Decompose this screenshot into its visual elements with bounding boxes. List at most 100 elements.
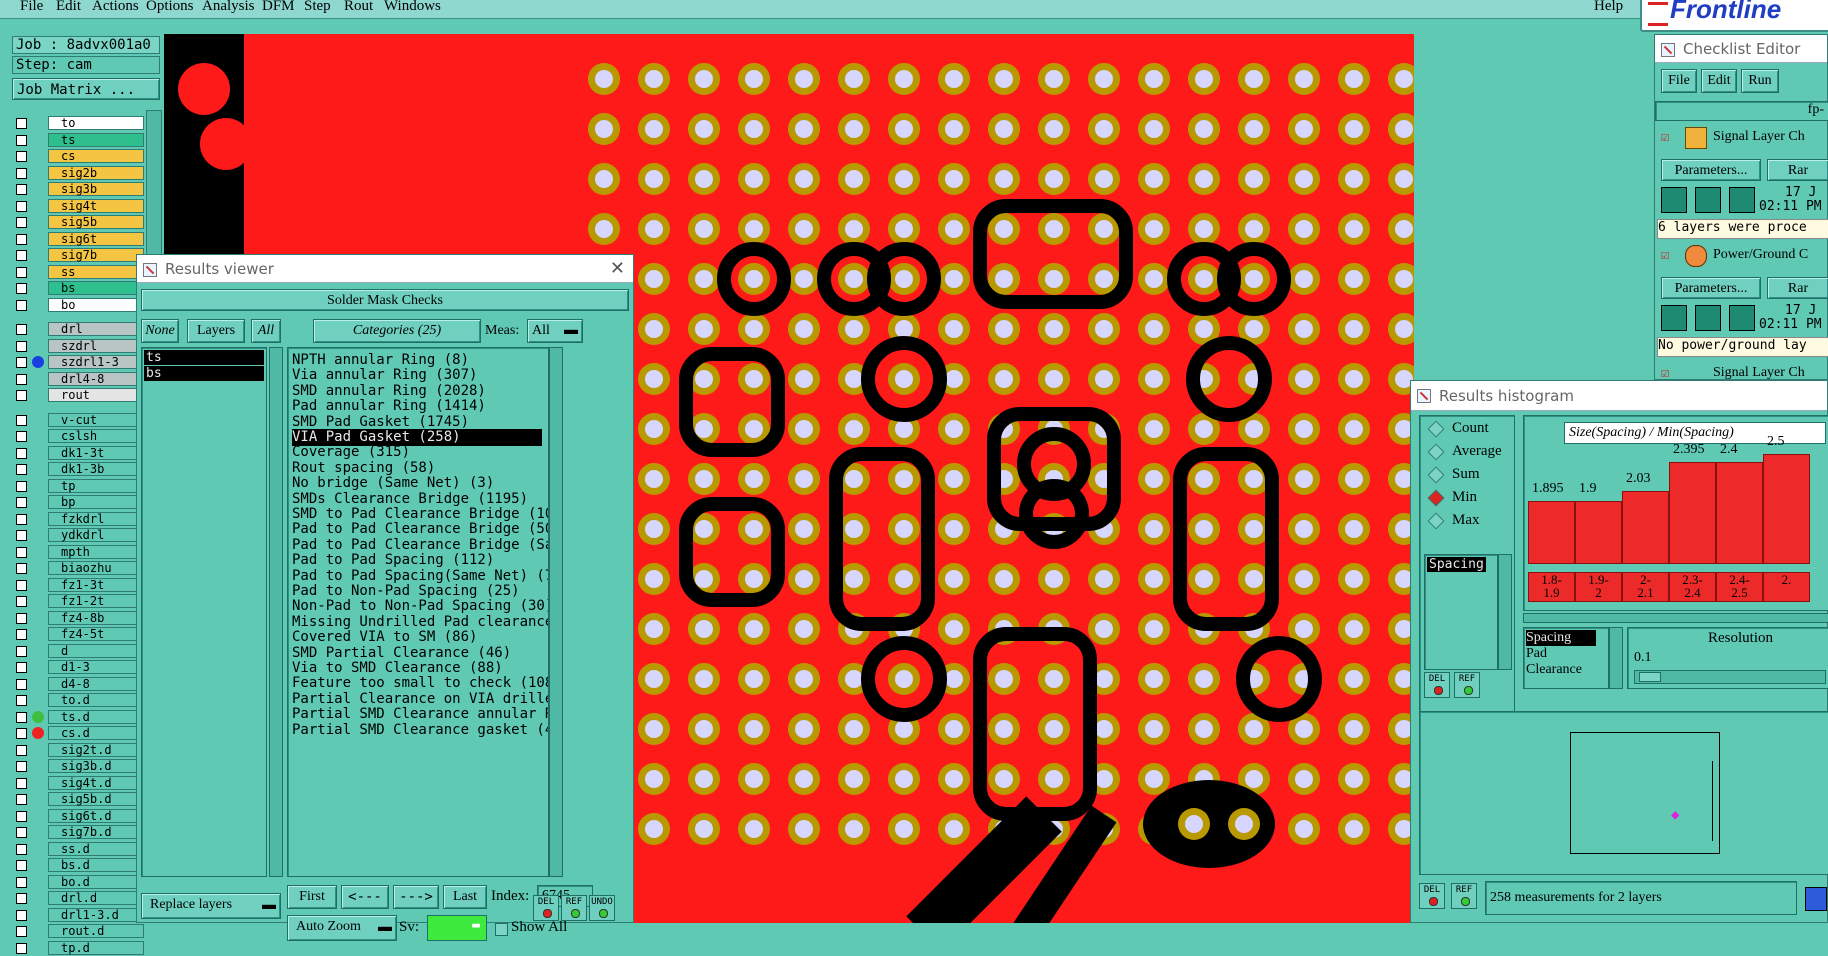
layer-row[interactable]: bo.d [12,874,144,890]
delete-button[interactable]: DEL [533,895,559,921]
histogram-field-list[interactable]: Spacing [1424,554,1498,670]
layer-name[interactable]: sig2t.d [48,742,144,757]
menu-file[interactable]: File [20,0,43,15]
layer-checkbox[interactable] [16,678,27,690]
layer-row[interactable]: cslsh [12,429,144,444]
report-icon[interactable] [1805,887,1827,911]
histogram-scrollbar[interactable] [1523,613,1828,623]
categories-button[interactable]: Categories (25) [313,319,481,343]
layer-name[interactable]: d [48,643,144,658]
menu-analysis[interactable]: Analysis [202,0,255,15]
delete-button[interactable]: DEL [1419,883,1445,909]
layer-checkbox[interactable] [16,390,27,401]
histogram-option-sum[interactable]: Sum [1427,466,1480,484]
categories-scrollbar[interactable] [549,347,563,877]
layer-name[interactable]: fz4-5t [48,627,144,641]
layer-results-list[interactable]: ts bs [141,347,267,877]
categories-list[interactable]: NPTH annular Ring (8) Via annular Ring (3… [287,347,549,877]
first-button[interactable]: First [287,885,337,909]
layer-name[interactable]: bo.d [48,874,144,889]
field-spacing[interactable]: Spacing [1427,557,1486,572]
layer-row[interactable]: sig5b [12,215,144,230]
layer-checkbox[interactable] [16,283,27,294]
layer-name[interactable]: mpth [48,544,144,559]
layer-checkbox[interactable] [16,373,27,385]
refresh-button[interactable]: REF [561,895,587,921]
layer-name[interactable]: ss.d [48,841,144,856]
action-icon[interactable] [1695,305,1721,331]
layer-checkbox[interactable] [16,447,27,459]
layer-checkbox[interactable] [16,414,27,426]
layer-row[interactable]: sig3b.d [12,759,144,774]
layer-name[interactable]: ts [48,132,144,147]
layer-checkbox[interactable] [16,299,27,311]
layer-checkbox[interactable] [16,217,27,228]
layer-row[interactable]: sig2t.d [12,742,144,758]
layer-checkbox[interactable] [16,876,27,888]
layer-row[interactable]: szdrl [12,338,144,354]
layer-checkbox[interactable] [16,324,27,335]
resolution-slider[interactable] [1634,670,1826,684]
layer-checkbox[interactable] [16,563,27,574]
layer-checkbox[interactable] [16,266,27,278]
layer-results-scrollbar[interactable] [269,347,283,877]
layer-checkbox[interactable] [16,480,27,492]
close-icon[interactable]: ✕ [610,255,625,283]
layer-row[interactable]: drl.d [12,891,144,906]
layer-row[interactable]: ss.d [12,841,144,857]
layer-name[interactable]: drl4-8 [48,371,144,386]
layer-row[interactable]: ts [12,132,144,148]
layer-checkbox[interactable] [16,777,27,789]
result-layer-item[interactable]: bs [144,366,264,381]
layer-row[interactable]: rout [12,388,144,403]
meas-select[interactable]: All ▬ [527,319,583,343]
layer-name[interactable]: fz1-3t [48,577,144,592]
layer-name[interactable]: d1-3 [48,660,144,674]
layer-name[interactable]: tp [48,478,144,493]
param-list-item[interactable]: Clearance [1526,662,1582,678]
layer-checkbox[interactable] [16,596,27,607]
histogram-bar[interactable] [1575,500,1622,564]
layer-checkbox[interactable] [16,860,27,871]
menu-options[interactable]: Options [146,0,194,15]
layer-name[interactable]: sig2b [48,165,144,180]
parameters-button[interactable]: Parameters... [1661,277,1761,299]
layer-row[interactable]: rout.d [12,924,144,939]
layer-row[interactable]: tp [12,478,144,494]
layer-row[interactable]: to.d [12,693,144,708]
layer-row[interactable]: biaozhu [12,561,144,576]
histogram-bar[interactable] [1763,454,1810,564]
layer-name[interactable]: sig5b [48,215,144,229]
layer-name[interactable]: sig3b [48,182,144,196]
layer-checkbox[interactable] [16,134,27,146]
layer-row[interactable]: szdrl1-3 [12,355,144,370]
field-list-scrollbar[interactable] [1498,554,1512,670]
layer-checkbox[interactable] [16,761,27,772]
layer-name[interactable]: fz1-2t [48,594,144,608]
menu-rout[interactable]: Rout [344,0,373,15]
menu-windows[interactable]: Windows [384,0,441,15]
layer-name[interactable]: ts.d [48,709,144,724]
layer-name[interactable]: cslsh [48,429,144,443]
layer-checkbox[interactable] [16,233,27,245]
layer-row[interactable]: drl [12,322,144,337]
checklist-item-power-ground[interactable]: Power/Ground C [1713,247,1808,263]
layer-name[interactable]: drl1-3.d [48,907,144,922]
none-button[interactable]: None [141,319,179,343]
checklist-menu-edit[interactable]: Edit [1701,69,1737,93]
refresh-button[interactable]: REF [1454,672,1480,698]
layer-name[interactable]: dk1-3b [48,462,144,476]
layer-row[interactable]: dk1-3b [12,462,144,477]
layer-checkbox[interactable] [16,645,27,657]
layer-name[interactable]: sig5b.d [48,792,144,806]
layer-checkbox[interactable] [16,200,27,212]
layer-checkbox[interactable] [16,357,27,368]
checklist-item-signal-layer[interactable]: Signal Layer Ch [1713,129,1805,145]
layer-row[interactable]: cs [12,149,144,164]
layer-name[interactable]: sig4t [48,198,144,213]
layer-checkbox[interactable] [16,794,27,805]
board-preview[interactable]: ◆ [1570,732,1720,854]
layer-row[interactable]: sig2b [12,165,144,181]
layer-checkbox[interactable] [16,629,27,640]
layer-checkbox[interactable] [16,579,27,591]
